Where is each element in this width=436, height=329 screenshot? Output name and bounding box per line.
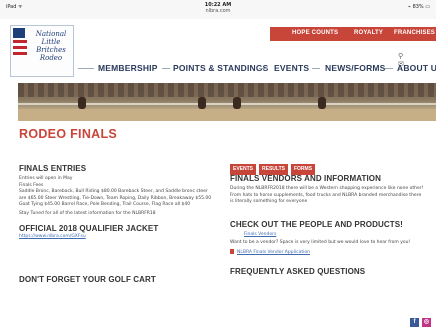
- search-icon[interactable]: ⚲: [398, 52, 403, 60]
- golf-cart-heading: DON'T FORGET YOUR GOLF CART: [19, 275, 156, 285]
- logo-stripe: [13, 52, 27, 55]
- nav-points-standings[interactable]: POINTS & STANDINGS: [173, 63, 269, 73]
- stay-tuned-text: Stay Tuned for all of the latest informa…: [19, 210, 156, 216]
- banner-rider: [318, 97, 326, 109]
- nav-about-us[interactable]: ABOUT US: [397, 63, 436, 73]
- main-nav: MEMBERSHIP POINTS & STANDINGS EVENTS NEW…: [76, 61, 436, 75]
- left-column: FINALS ENTRIES Entries will open in May …: [19, 146, 213, 285]
- nav-divider: [162, 68, 170, 69]
- banner-arena: [18, 109, 436, 121]
- nav-franchises[interactable]: FRANCHISES: [394, 30, 435, 36]
- logo-flag: National Little Britches Rodeo: [10, 25, 74, 77]
- faq-heading: FREQUENTLY ASKED QUESTIONS: [230, 266, 366, 276]
- jacket-heading: OFFICIAL 2018 QUALIFIER JACKET: [19, 223, 159, 233]
- logo-text: National Little Britches Rodeo: [29, 30, 73, 62]
- finals-fees-text: Saddle Bronc, Bareback, Bull Riding $80.…: [19, 189, 212, 208]
- finals-entries-heading: FINALS ENTRIES: [19, 164, 87, 173]
- vendor-application-link[interactable]: NLBRA Finals Vendor Application: [237, 250, 310, 255]
- nav-divider: [78, 68, 94, 69]
- site-logo[interactable]: National Little Britches Rodeo: [10, 25, 74, 77]
- people-products-heading: CHECK OUT THE PEOPLE AND PRODUCTS!: [230, 219, 403, 229]
- want-vendor-text: Want to be a vendor? Space is very limit…: [230, 240, 411, 246]
- address-bar-url[interactable]: nlbra.com: [0, 8, 436, 14]
- logo-line-rodeo: Rodeo: [39, 54, 63, 62]
- nav-divider: [385, 68, 393, 69]
- logo-stripe: [13, 46, 27, 49]
- nav-divider: [312, 68, 320, 69]
- document-icon: [230, 248, 234, 254]
- entries-open-text: Entries will open in May: [19, 176, 73, 181]
- status-bar: iPad ᯤ 10:22 AM nlbra.com ⌁ 83% ▭: [0, 0, 436, 19]
- status-center: 10:22 AM nlbra.com: [0, 2, 436, 14]
- application-item: NLBRA Finals Vendor Application: [230, 248, 426, 257]
- finals-vendors-link[interactable]: Finals Vendors: [244, 232, 276, 237]
- nav-news-forms[interactable]: NEWS/FORMS: [325, 63, 386, 73]
- logo-star-field: [13, 28, 25, 38]
- instagram-icon[interactable]: ◎: [422, 318, 431, 327]
- finals-vendors-item: Finals Vendors: [230, 232, 426, 239]
- nav-hope-counts[interactable]: HOPE COUNTS: [292, 30, 338, 36]
- nav-events[interactable]: EVENTS: [274, 63, 309, 73]
- facebook-icon[interactable]: f: [410, 318, 419, 327]
- banner-stands: [18, 83, 436, 97]
- nav-membership[interactable]: MEMBERSHIP: [98, 63, 158, 73]
- top-utility-nav: HOPE COUNTS ROYALTY FRANCHISES: [270, 27, 436, 41]
- nav-divider: [260, 68, 268, 69]
- rodeo-banner-photo: [18, 83, 436, 121]
- banner-rider: [233, 97, 241, 109]
- vendors-heading: FINALS VENDORS AND INFORMATION: [230, 174, 381, 183]
- banner-rider: [78, 97, 86, 109]
- logo-line-britches: Britches: [36, 46, 66, 54]
- logo-stripe: [13, 40, 27, 43]
- battery-indicator: ⌁ 83% ▭: [407, 4, 430, 10]
- site-header: National Little Britches Rodeo HOPE COUN…: [0, 19, 436, 83]
- right-column: FINALS VENDORS AND INFORMATION During th…: [230, 154, 426, 277]
- banner-rider: [198, 97, 206, 109]
- nav-royalty[interactable]: ROYALTY: [354, 30, 383, 36]
- vendors-text: During the NLBRFR2018 there will be a We…: [230, 186, 424, 205]
- page-title: RODEO FINALS: [19, 127, 118, 141]
- logo-line-little: Little: [41, 38, 61, 46]
- jacket-link[interactable]: https://www.nlbra.com/GXFsu: [19, 234, 213, 241]
- logo-line-national: National: [35, 30, 67, 38]
